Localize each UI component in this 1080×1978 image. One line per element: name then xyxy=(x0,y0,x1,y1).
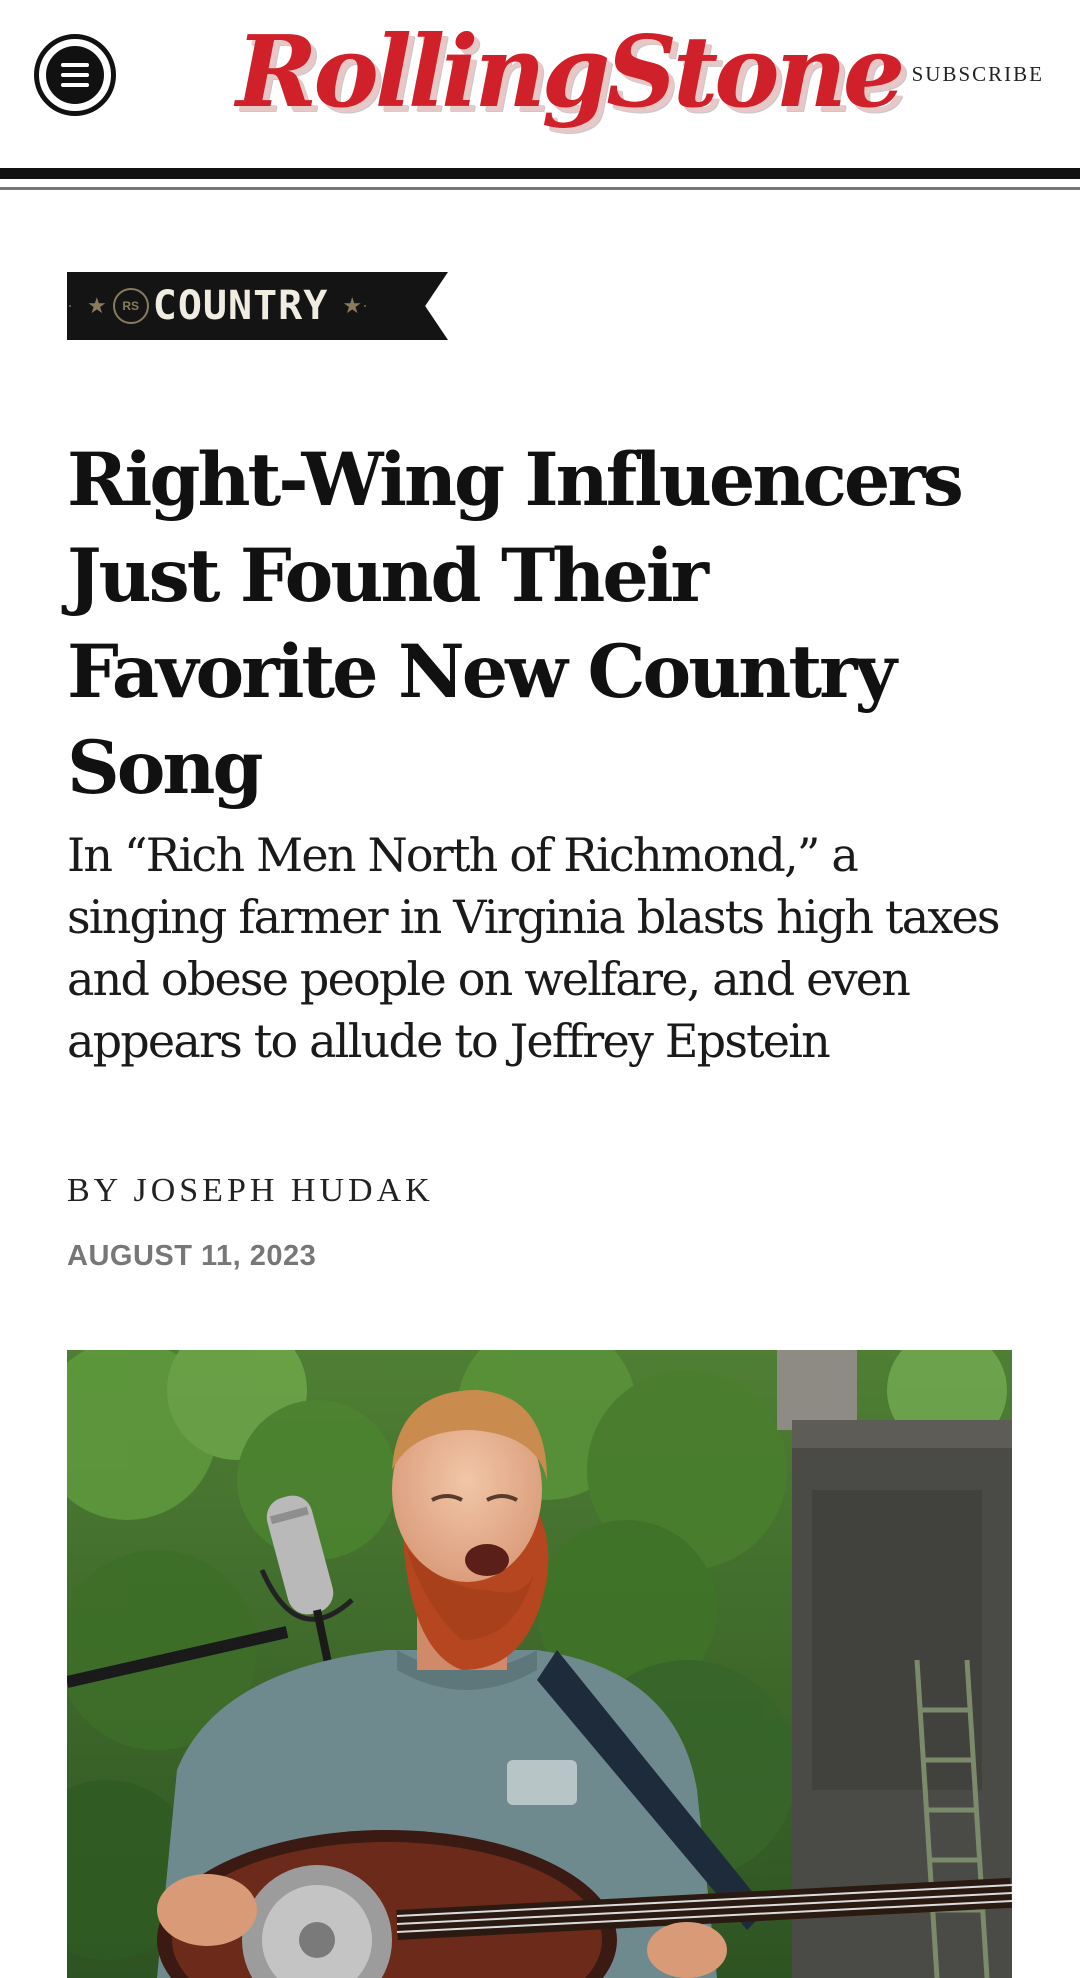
category-label: COUNTRY xyxy=(152,283,329,329)
site-header: RollingStone SUBSCRIBE xyxy=(0,0,1080,165)
dots-decoration: · xyxy=(362,295,369,316)
byline: BY JOSEPH HUDAK xyxy=(67,1172,434,1210)
header-divider xyxy=(0,168,1080,179)
star-icon: ★ xyxy=(342,293,363,318)
hero-image[interactable] xyxy=(67,1350,1012,1978)
hamburger-menu-icon xyxy=(46,46,104,104)
publish-date: AUGUST 11, 2023 xyxy=(67,1240,317,1272)
article-dek: In “Rich Men North of Richmond,” a singi… xyxy=(67,828,1001,1068)
rolling-stone-logo[interactable]: RollingStone xyxy=(236,8,905,138)
star-icon: ★ xyxy=(87,293,107,318)
rs-badge-icon: RS xyxy=(112,288,149,324)
byline-prefix: BY xyxy=(67,1172,121,1209)
header-divider-thin xyxy=(0,187,1080,190)
category-tag[interactable]: · ★ RS COUNTRY ★ · xyxy=(67,272,448,340)
dots-decoration: · xyxy=(67,295,73,316)
subscribe-link[interactable]: SUBSCRIBE xyxy=(912,62,1044,87)
menu-button[interactable] xyxy=(34,34,116,116)
author-link[interactable]: JOSEPH HUDAK xyxy=(133,1172,433,1209)
article-headline: Right-Wing Influencers Just Found Their … xyxy=(67,437,964,811)
